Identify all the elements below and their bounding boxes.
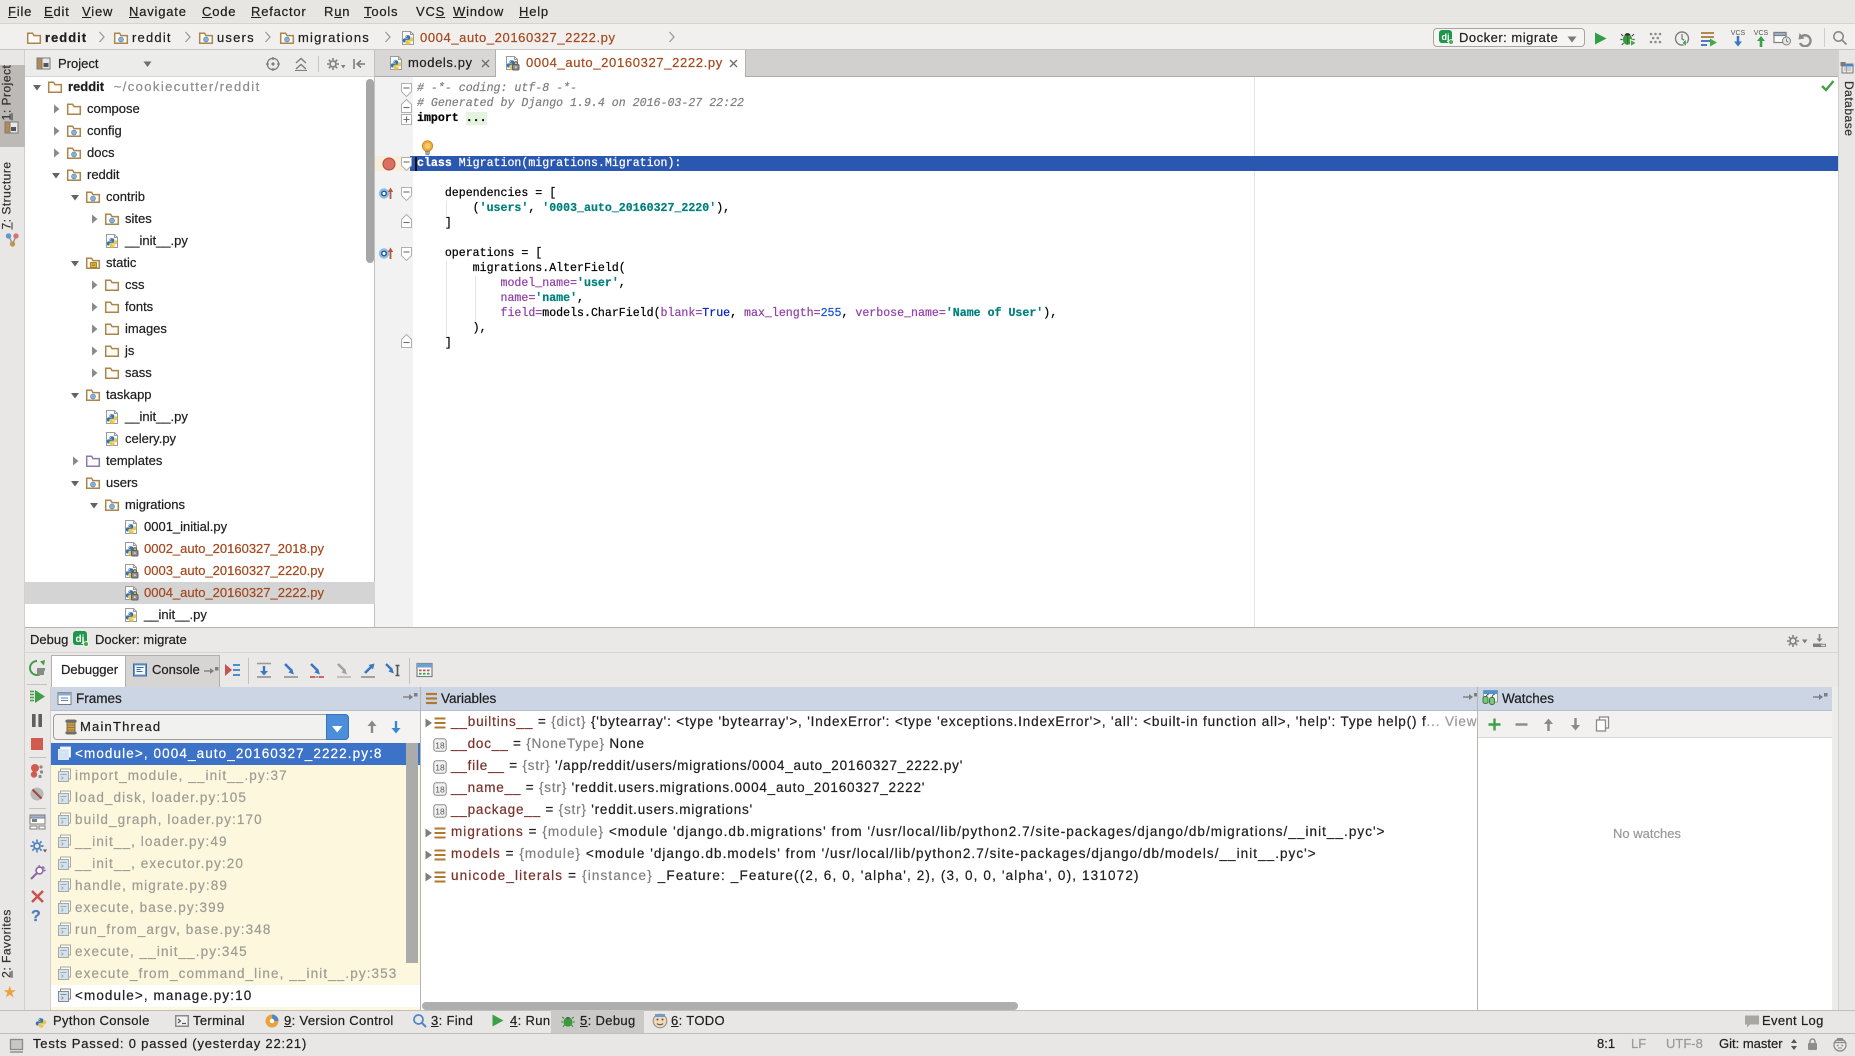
svg-text:18: 18 <box>435 785 445 795</box>
svg-text:18: 18 <box>435 807 445 817</box>
svg-text:18: 18 <box>435 741 445 751</box>
svg-text:18: 18 <box>435 763 445 773</box>
svg-text:VCS: VCS <box>1731 30 1746 37</box>
svg-text:dj: dj <box>1442 32 1450 42</box>
svg-text:VCS: VCS <box>1754 30 1769 37</box>
